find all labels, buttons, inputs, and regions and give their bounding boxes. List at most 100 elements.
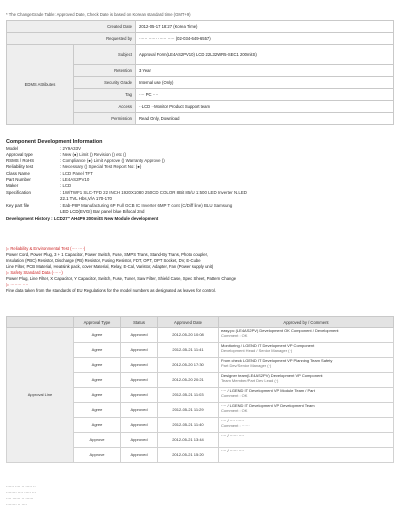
retention-label: Retention	[73, 64, 136, 77]
approval-status-cell: Approved	[120, 432, 158, 448]
reliability-row: Reliability test : Necessary () Special T…	[6, 164, 141, 169]
safety-standard-line: Power Plug, Line Filter, X Capacitor, Y …	[6, 276, 237, 281]
approver-cell: ···· / LGEND IT Development VP Developme…	[218, 402, 394, 418]
reliability-test-line-3: Line Filter, PCB Material, Heatsink pack…	[6, 264, 214, 269]
rohs-label: RSMS / RoHS	[6, 158, 35, 163]
reliability-test-line-2: Insulation (PBC) Resistor, Discharge (PB…	[6, 258, 201, 263]
created-date-label: Created Date	[6, 20, 136, 33]
approval-type-cell: Approve	[73, 432, 121, 448]
approver-cell: Designer team(LE4AS2PV) Development VP C…	[218, 372, 394, 388]
approver-cell: ···· / ···· ······ Comment : ······	[218, 417, 394, 433]
security-grade-label: Security Grade	[73, 76, 136, 89]
subject-label: Subject	[73, 44, 136, 65]
approval-status-cell: Approved	[120, 372, 158, 388]
approver-comment: Development Head / Senior Manager (·)	[221, 347, 293, 353]
requested-by-value: ······ ······ ······ ····· (02-034-649-6…	[135, 32, 394, 45]
part-number-value: : LE4AS2PV10	[60, 177, 90, 182]
rohs-value: : Compliance (●) Limit Approve () Warran…	[60, 158, 165, 163]
dev-info-title: Component Development Information	[6, 139, 103, 145]
key-part-label: Key part file	[6, 203, 30, 208]
approval-date-cell: 2012-05-21 15:20	[157, 447, 219, 463]
footer-line-2: ········ ···· ····· ···	[6, 490, 36, 495]
approver-comment: Part Dev/Senior Manager (·)	[221, 362, 272, 368]
approval-date-cell: 2012-05-20 20:21	[157, 372, 219, 388]
development-history: Development History : LCD27" AH4P9 200mi…	[6, 216, 159, 221]
approval-type-cell: Agree	[73, 327, 121, 343]
approval-type-cell: Agree	[73, 342, 121, 358]
approval-date-cell: 2012-05-20 17:30	[157, 357, 219, 373]
key-part-line-2: LED LCD(EVGI) Bar panel blue Bifocal 2nd	[60, 209, 145, 214]
approval-type-cell: Agree	[73, 402, 121, 418]
document-meta-table: Created Date 2012-05-17 18:27 (Korea Tim…	[6, 20, 394, 125]
approval-type-value: : New (●) Limit () Revision () etc ()	[60, 152, 127, 157]
approval-date-cell: 2012-05-20 10:08	[157, 327, 219, 343]
approval-header-status: Status	[120, 316, 158, 328]
reliability-test-line-1: Power Cord, Power Plug, 3 + 1 Capacitor,…	[6, 252, 208, 257]
approval-status-cell: Approved	[120, 402, 158, 418]
approval-type-cell: Approve	[73, 447, 121, 463]
approval-header-blank	[6, 316, 74, 328]
approval-row: Approval Line Agree Approved 2012-05-20 10:…	[6, 327, 394, 463]
rohs-row: RSMS / RoHS : Compliance (●) Limit Approv…	[6, 158, 165, 163]
timezone-note: * The ChangeGrade Table: Approved Date, …	[6, 12, 191, 17]
approval-type-label: Approval type	[6, 152, 33, 157]
approval-type-cell: Agree	[73, 387, 121, 403]
footer-line-1: ······ ···· ·· ····· ··	[6, 484, 36, 489]
approval-status-cell: Approved	[120, 417, 158, 433]
edms-attributes-label: EDMS Attributes	[6, 44, 74, 125]
reliability-test-heading: ▷ Reliability & Environmental Test (····…	[6, 246, 86, 251]
maker-value: : LCD	[60, 183, 72, 188]
safety-standard-heading: ▷ Safety Standard Data (······)	[6, 270, 63, 275]
approval-date-cell: 2012-05-21 13:44	[157, 432, 219, 448]
footer-line-4: ········ ·· ····	[6, 502, 27, 507]
key-part-value: : Eab-P8P Manufacturing 6P Full GCB IC I…	[60, 203, 233, 208]
retention-value: 3 Year	[135, 64, 394, 77]
permission-value: Read Only, Download	[135, 112, 394, 125]
security-grade-value: Internal use (Only)	[135, 76, 394, 89]
access-label: Access	[73, 100, 136, 113]
reliability-label: Reliability test	[6, 164, 34, 169]
approval-type-cell: Agree	[73, 417, 121, 433]
approval-line-label: Approval Line	[6, 327, 74, 463]
reliability-value: : Necessary () Special Test Report No: (…	[60, 164, 142, 169]
part-number-row: Part Number: LE4AS2PV10	[6, 177, 89, 182]
approval-type-cell: Agree	[73, 357, 121, 373]
approval-header-type: Approval Type	[73, 316, 121, 328]
maker-row: Maker : LCD	[6, 183, 71, 188]
approval-header-approver: Approved by / Comment	[218, 316, 394, 328]
approver-cell: ···· / ······ ····	[218, 447, 394, 463]
created-date-value: 2012-05-17 18:27 (Korea Time)	[135, 20, 394, 33]
approval-header-row: Approval Type Status Approved Date Appro…	[6, 316, 394, 328]
specification-value: : 1W/TWF1 SLC-TFD 22 INCH 1920X1080 250C…	[60, 190, 247, 195]
approval-status-cell: Approved	[120, 387, 158, 403]
approval-date-cell: 2012-05-21 11:40	[157, 417, 219, 433]
tag-label: Tag	[73, 88, 136, 101]
approver-comment: Comment : OK	[221, 407, 248, 413]
access-value: ··LCD ··Monitor Product Support team	[135, 100, 394, 113]
key-part-row: Key part file : Eab-P8P Manufacturing 6P …	[6, 203, 232, 208]
approver-name: ···· / ······ ····	[221, 448, 245, 453]
permission-label: Permission	[73, 112, 136, 125]
approval-date-cell: 2012-05-21 11:03	[157, 387, 219, 403]
requested-by-label: Requested by	[6, 32, 136, 45]
approver-cell: From check LGEND IT Development VP Plann…	[218, 357, 394, 373]
class-name-row: Class Name: LCD Panel TFT	[6, 171, 93, 176]
approver-cell: easy.pc (LE4AS2PV) Development OK Compon…	[218, 327, 394, 343]
footer-line-3: ···· ······ ·· ······	[6, 496, 34, 501]
regulation-heading: ▷ ········ ····	[6, 282, 29, 287]
approver-cell: ···· / LGEND IT Development VP Module Te…	[218, 387, 394, 403]
tag-value: ···· PC ····	[135, 88, 394, 101]
specification-line-2: 22.1 TVL Hbs,V/A 170-170	[60, 196, 112, 201]
approval-status-cell: Approved	[120, 327, 158, 343]
approval-date-cell: 2012-05-21 11:29	[157, 402, 219, 418]
approval-date-cell: 2012-05-21 11:41	[157, 342, 219, 358]
maker-label: Maker	[6, 183, 19, 188]
specification-label: Specification	[6, 190, 31, 195]
approver-cell: ···· / ······ ····	[218, 432, 394, 448]
approval-status-cell: Approved	[120, 357, 158, 373]
approval-status-cell: Approved	[120, 342, 158, 358]
approver-name: ···· / ······ ····	[221, 433, 245, 438]
approval-status-cell: Approved	[120, 447, 158, 463]
model-label: Model	[6, 146, 18, 151]
model-value: : 2Y9A33V	[60, 146, 81, 151]
